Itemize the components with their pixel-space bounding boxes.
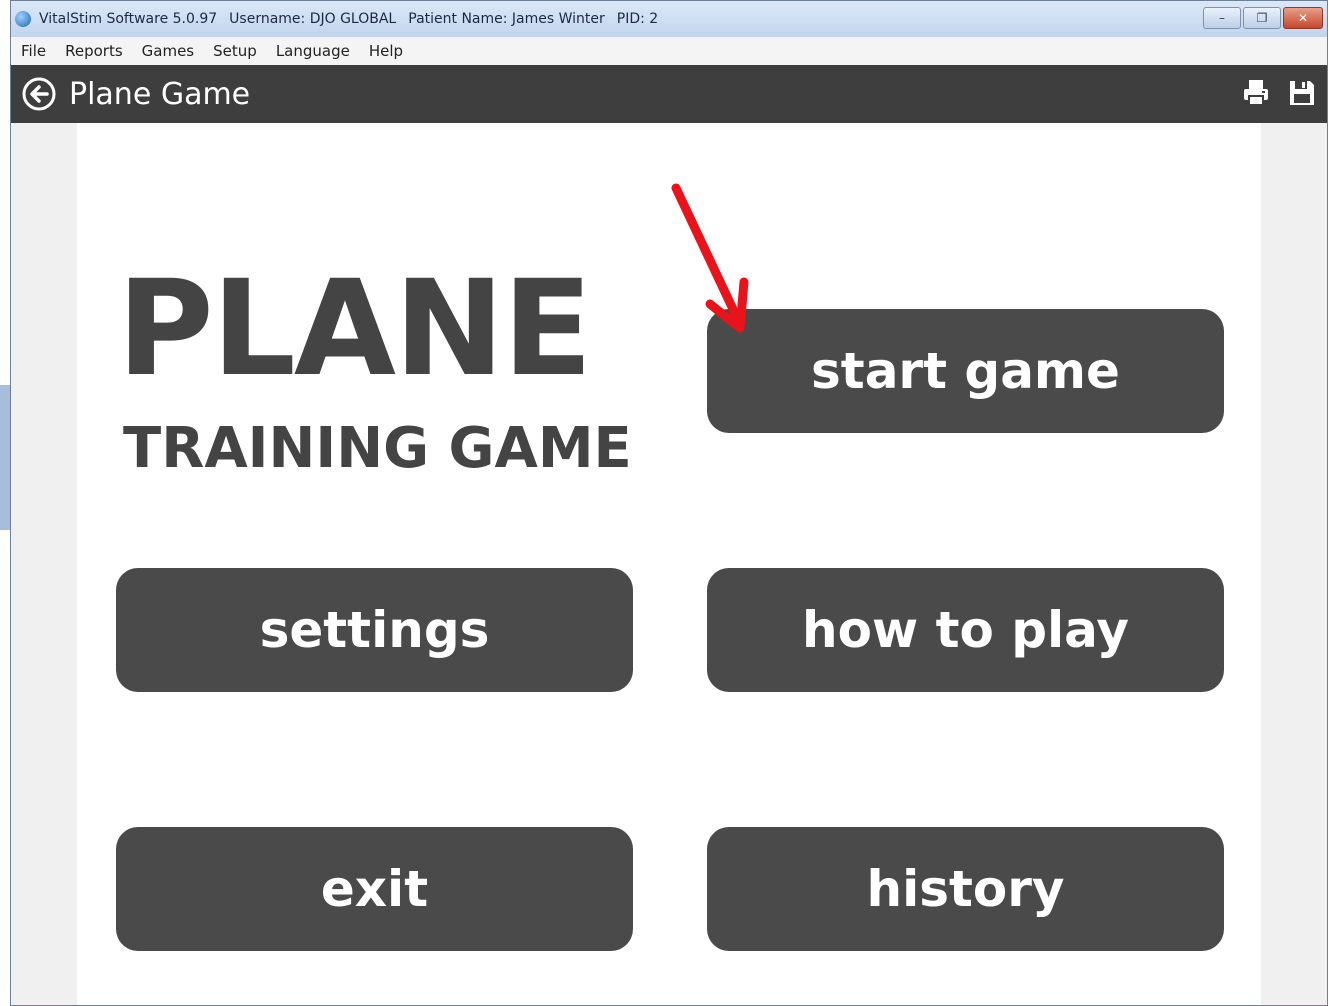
title-bar: VitalStim Software 5.0.97 Username: DJO … [11, 1, 1327, 37]
history-button[interactable]: history [707, 827, 1224, 951]
patient-name-label: Patient Name: James Winter [408, 11, 605, 27]
menu-help[interactable]: Help [369, 42, 403, 60]
side-panel-tab [0, 385, 10, 530]
save-icon[interactable] [1287, 78, 1317, 108]
app-version: VitalStim Software 5.0.97 [39, 11, 218, 27]
menu-file[interactable]: File [21, 42, 46, 60]
menu-language[interactable]: Language [276, 42, 350, 60]
minimize-button[interactable]: – [1203, 7, 1241, 29]
exit-button[interactable]: exit [116, 827, 633, 951]
menu-reports[interactable]: Reports [65, 42, 123, 60]
printer-icon[interactable] [1241, 78, 1271, 108]
menu-setup[interactable]: Setup [213, 42, 257, 60]
close-button[interactable]: ✕ [1283, 7, 1323, 29]
game-logo-subtitle: TRAINING GAME [123, 416, 632, 481]
patient-id-label: PID: 2 [616, 11, 659, 27]
game-logo-title: PLANE [117, 252, 593, 406]
restore-button[interactable]: ❐ [1243, 7, 1281, 29]
page-title: Plane Game [69, 76, 251, 112]
window-controls: – ❐ ✕ [1201, 7, 1323, 29]
start-game-button[interactable]: start game [707, 309, 1224, 433]
username-label: Username: DJO GLOBAL [229, 11, 397, 27]
settings-button[interactable]: settings [116, 568, 633, 692]
red-arrow-icon [671, 183, 749, 333]
back-arrow-icon[interactable] [21, 76, 57, 112]
page-header: Plane Game [11, 65, 1327, 123]
header-actions [1225, 78, 1317, 108]
app-logo-icon [15, 11, 31, 27]
menu-games[interactable]: Games [142, 42, 194, 60]
how-to-play-button[interactable]: how to play [707, 568, 1224, 692]
app-window: VitalStim Software 5.0.97 Username: DJO … [10, 0, 1328, 1006]
menu-bar: File Reports Games Setup Language Help [11, 37, 1327, 66]
